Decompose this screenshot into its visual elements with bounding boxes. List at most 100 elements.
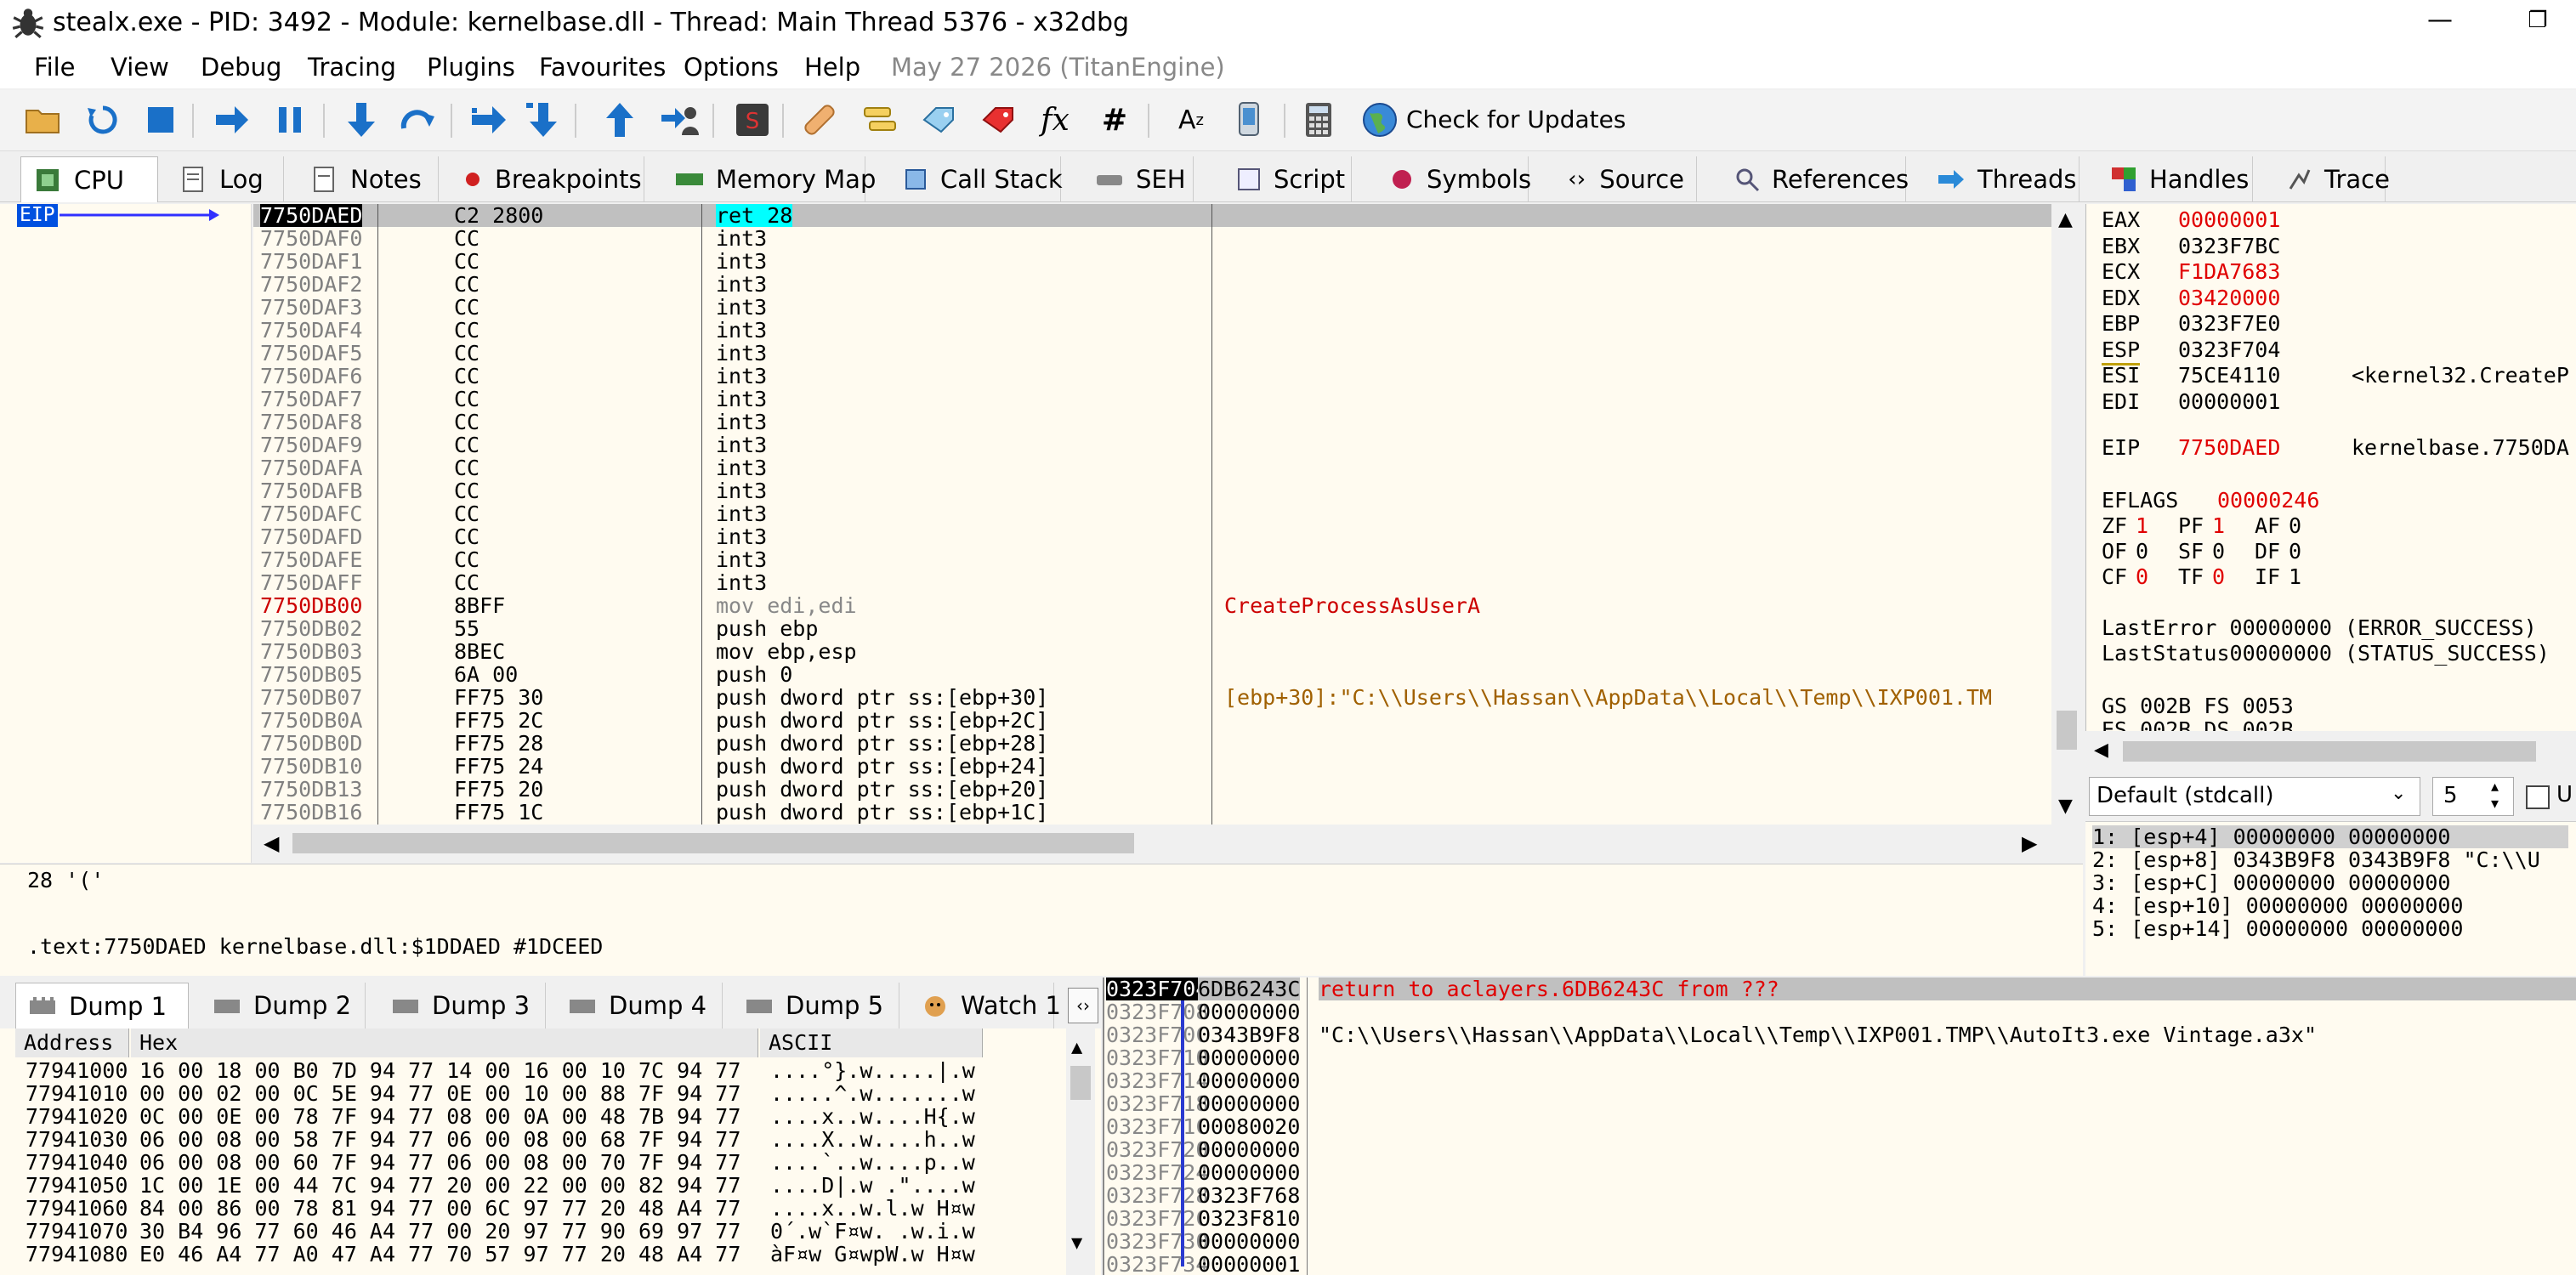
run-icon[interactable] — [211, 99, 253, 141]
disasm-row[interactable]: 7750DAF7 CC int3 — [253, 388, 2051, 411]
step-into-icon[interactable] — [340, 99, 383, 141]
tab-watch-1[interactable]: Watch 1 — [910, 983, 1061, 1028]
stack-view[interactable]: 0323F704 6DB6243C return to aclayers.6DB62… — [1103, 978, 2576, 1275]
dump-row[interactable]: 77941070 30 B4 96 77 60 46 A4 77 00 20 97… — [0, 1220, 1071, 1243]
stack-value[interactable]: 0343B9F8 — [1198, 1023, 1300, 1046]
stack-address[interactable]: 0323F72C — [1106, 1207, 1208, 1230]
scrollbar-thumb[interactable] — [2057, 711, 2077, 750]
menu-favourites[interactable]: Favourites — [539, 53, 666, 82]
argument-row[interactable]: 5: [esp+14] 00000000 00000000 — [2092, 917, 2464, 940]
tab-breakpoints[interactable]: Breakpoints — [451, 156, 644, 202]
stack-address[interactable]: 0323F70C — [1106, 1023, 1208, 1046]
calculator-icon[interactable] — [1297, 99, 1340, 141]
reg-ebx-value[interactable]: 0323F7BC — [2178, 234, 2280, 259]
disasm-row[interactable]: 7750DB10 FF75 24 push dword ptr ss:[ebp+24… — [253, 755, 2051, 778]
disasm-row[interactable]: 7750DAF5 CC int3 — [253, 342, 2051, 365]
tab-handles[interactable]: Handles — [2098, 156, 2253, 202]
disasm-row[interactable]: 7750DB02 55 push ebp — [253, 617, 2051, 640]
function-icon[interactable]: fx — [1034, 99, 1076, 141]
reg-eflags-value[interactable]: 00000246 — [2217, 488, 2319, 513]
stack-value[interactable]: 00000000 — [1198, 1230, 1300, 1253]
tab-source[interactable]: ‹› Source — [1554, 156, 1697, 202]
disasm-row[interactable]: 7750DAF2 CC int3 — [253, 273, 2051, 296]
tab-log[interactable]: Log — [167, 156, 284, 202]
stack-address[interactable]: 0323F734 — [1106, 1253, 1208, 1275]
disasm-row[interactable]: 7750DAF4 CC int3 — [253, 319, 2051, 342]
tab-trace[interactable]: Trace — [2275, 156, 2390, 202]
disasm-row[interactable]: 7750DAFD CC int3 — [253, 525, 2051, 548]
dump-row[interactable]: 77941080 E0 46 A4 77 A0 47 A4 77 70 57 97… — [0, 1243, 1071, 1266]
execute-till-return-icon[interactable] — [599, 99, 641, 141]
stack-value[interactable]: 00000000 — [1198, 1046, 1300, 1069]
tab-cpu[interactable]: CPU — [20, 156, 158, 202]
restore-button[interactable]: ❐ — [2521, 7, 2555, 37]
step-over-icon[interactable] — [396, 99, 439, 141]
lock-checkbox[interactable] — [2526, 785, 2550, 809]
registers-panel[interactable]: EAX 00000001 EBX 0323F7BC ECX F1DA7683 EDX 0342… — [2085, 204, 2576, 731]
stack-address[interactable]: 0323F718 — [1106, 1092, 1208, 1115]
disassembly-vertical-scrollbar[interactable]: ▲ ▼ — [2051, 204, 2082, 824]
arguments-view[interactable]: 1: [esp+4] 00000000 00000000 2: [esp+8] 0… — [2085, 821, 2576, 976]
scroll-left-icon[interactable]: ◀ — [2094, 740, 2108, 761]
tab-script[interactable]: Script — [1224, 156, 1352, 202]
stack-address[interactable]: 0323F714 — [1106, 1069, 1208, 1092]
menu-options[interactable]: Options — [684, 53, 779, 82]
flag-pf-value[interactable]: 1 — [2212, 513, 2225, 539]
menu-plugins[interactable]: Plugins — [427, 53, 515, 82]
labels-icon[interactable] — [918, 99, 961, 141]
tab-dump-2[interactable]: Dump 2 — [201, 983, 366, 1028]
trace-into-icon[interactable] — [468, 99, 510, 141]
disasm-row[interactable]: 7750DAF0 CC int3 — [253, 227, 2051, 250]
dump-row[interactable]: 77941030 06 00 08 00 58 7F 94 77 06 00 08… — [0, 1128, 1071, 1151]
disassembly-view[interactable]: 7750DAED C2 2800 ret 28 7750DAF0 CC int3 7750D… — [253, 204, 2051, 824]
disasm-row[interactable]: 7750DAFA CC int3 — [253, 456, 2051, 479]
stack-address[interactable]: 0323F724 — [1106, 1161, 1208, 1184]
disasm-row[interactable]: 7750DB0D FF75 28 push dword ptr ss:[ebp+28… — [253, 732, 2051, 755]
menu-view[interactable]: View — [111, 53, 169, 82]
globe-icon[interactable] — [1359, 99, 1401, 141]
reg-esp-value[interactable]: 0323F704 — [2178, 337, 2280, 363]
disasm-row[interactable]: 7750DAF9 CC int3 — [253, 434, 2051, 456]
scylla-icon[interactable]: S — [731, 99, 774, 141]
tab-threads[interactable]: Threads — [1925, 156, 2080, 202]
stack-value[interactable]: 0323F810 — [1198, 1207, 1300, 1230]
registers-horizontal-scrollbar[interactable]: ◀ — [2085, 733, 2576, 770]
flag-df-value[interactable]: 0 — [2289, 539, 2301, 564]
tab-scroll-icon[interactable]: ‹› — [1068, 988, 1098, 1023]
flag-sf-value[interactable]: 0 — [2212, 539, 2225, 564]
dump-row[interactable]: 77941050 1C 00 1E 00 44 7C 94 77 20 00 22… — [0, 1174, 1071, 1197]
argument-row[interactable]: 2: [esp+8] 0343B9F8 0343B9F8 "C:\\U — [2092, 848, 2540, 871]
minimize-button[interactable]: — — [2423, 7, 2457, 37]
scroll-up-icon[interactable]: ▲ — [1071, 1037, 1082, 1058]
font-icon[interactable]: Az — [1170, 99, 1212, 141]
run-to-user-code-icon[interactable] — [658, 99, 701, 141]
spin-down-icon[interactable]: ▾ — [2491, 795, 2499, 813]
disasm-row[interactable]: 7750DB05 6A 00 push 0 — [253, 663, 2051, 686]
stack-address[interactable]: 0323F710 — [1106, 1046, 1208, 1069]
dump-row[interactable]: 77941000 16 00 18 00 B0 7D 94 77 14 00 16… — [0, 1059, 1071, 1082]
disasm-row[interactable]: 7750DAF3 CC int3 — [253, 296, 2051, 319]
reg-ecx-value[interactable]: F1DA7683 — [2178, 259, 2280, 285]
stack-address[interactable]: 0323F704 — [1106, 978, 1209, 1000]
scroll-down-icon[interactable]: ▼ — [2058, 796, 2073, 817]
patch-icon[interactable] — [799, 99, 842, 141]
disassembly-horizontal-scrollbar[interactable]: ◀ ▶ — [253, 824, 2051, 862]
menu-help[interactable]: Help — [804, 53, 860, 82]
dump-row[interactable]: 77941010 00 00 02 00 0C 5E 94 77 0E 00 10… — [0, 1082, 1071, 1105]
menu-file[interactable]: File — [34, 53, 76, 82]
dump-header-address[interactable]: Address — [15, 1028, 129, 1057]
dump-header-ascii[interactable]: ASCII — [760, 1028, 983, 1057]
argument-row[interactable]: 4: [esp+10] 00000000 00000000 — [2092, 894, 2464, 917]
reg-edi-value[interactable]: 00000001 — [2178, 389, 2280, 415]
disasm-row[interactable]: 7750DAFB CC int3 — [253, 479, 2051, 502]
disasm-row[interactable]: 7750DB00 8BFF mov edi,edi CreateProcessAsUs… — [253, 594, 2051, 617]
stack-address[interactable]: 0323F720 — [1106, 1138, 1208, 1161]
stack-value[interactable]: 00000000 — [1198, 1000, 1300, 1023]
menu-tracing[interactable]: Tracing — [308, 53, 396, 82]
stack-address[interactable]: 0323F730 — [1106, 1230, 1208, 1253]
reg-esi-value[interactable]: 75CE4110 — [2178, 363, 2280, 388]
argument-row[interactable]: 3: [esp+C] 00000000 00000000 — [2092, 871, 2450, 894]
tab-seh[interactable]: SEH — [1083, 156, 1194, 202]
scroll-left-icon[interactable]: ◀ — [264, 831, 279, 855]
reg-ebp-value[interactable]: 0323F7E0 — [2178, 311, 2280, 337]
